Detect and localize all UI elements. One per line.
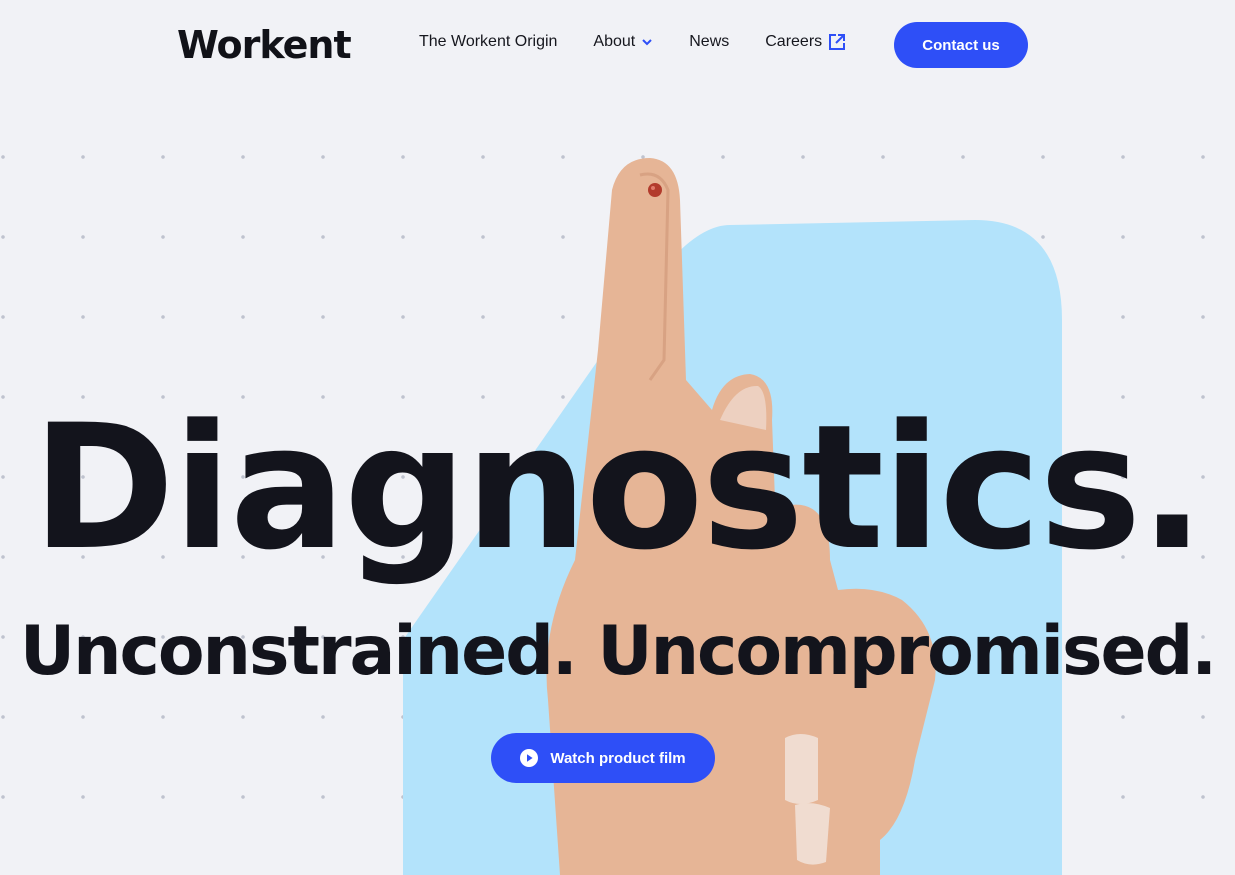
nav-item-label: Careers: [765, 33, 823, 50]
nav-item-origin[interactable]: The Workent Origin: [419, 33, 557, 51]
external-link-icon: [829, 34, 846, 50]
site-header: Workent The Workent Origin About News Ca…: [0, 0, 1235, 90]
nav-item-careers[interactable]: Careers: [765, 33, 846, 51]
nav-item-label: News: [689, 33, 730, 50]
nav-item-label: About: [593, 33, 636, 50]
watch-product-film-label: Watch product film: [550, 749, 686, 767]
nav-item-news[interactable]: News: [689, 33, 729, 51]
workent-logo[interactable]: Workent: [177, 20, 352, 70]
nav-item-about[interactable]: About: [593, 33, 653, 51]
nav-item-label: The Workent Origin: [419, 33, 558, 50]
watch-product-film-button[interactable]: Watch product film: [491, 733, 715, 783]
contact-us-button[interactable]: Contact us: [894, 22, 1028, 68]
hero-title: Diagnostics.: [32, 387, 1205, 588]
chevron-down-icon: [642, 39, 652, 46]
hero-subtitle: Unconstrained. Uncompromised.: [19, 612, 1217, 691]
main-nav: The Workent Origin About News Careers: [419, 33, 846, 51]
play-circle-icon: [520, 749, 539, 767]
